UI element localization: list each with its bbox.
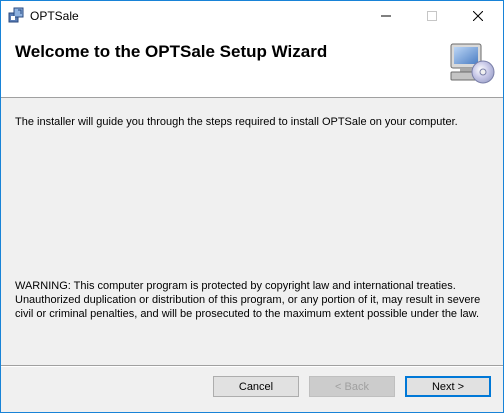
intro-text: The installer will guide you through the… [15, 116, 458, 128]
next-button[interactable]: Next > [405, 376, 491, 397]
page-title: Welcome to the OPTSale Setup Wizard [15, 42, 328, 61]
minimize-icon [381, 15, 391, 17]
installer-icon [8, 7, 24, 23]
back-button[interactable]: < Back [309, 376, 395, 397]
computer-cd-icon [447, 40, 495, 88]
close-button[interactable] [455, 1, 501, 31]
footer-divider [1, 365, 503, 367]
setup-wizard-window: OPTSale Welcome to the OPTSale Setup Wiz… [0, 0, 504, 413]
title-bar[interactable]: OPTSale [1, 1, 503, 31]
wizard-header: Welcome to the OPTSale Setup Wizard [1, 31, 503, 98]
copyright-warning: WARNING: This computer program is protec… [15, 280, 481, 320]
cancel-button[interactable]: Cancel [213, 376, 299, 397]
maximize-button[interactable] [409, 1, 455, 31]
minimize-button[interactable] [363, 1, 409, 31]
close-icon [473, 11, 483, 21]
window-title: OPTSale [30, 9, 79, 23]
maximize-icon [427, 11, 437, 21]
